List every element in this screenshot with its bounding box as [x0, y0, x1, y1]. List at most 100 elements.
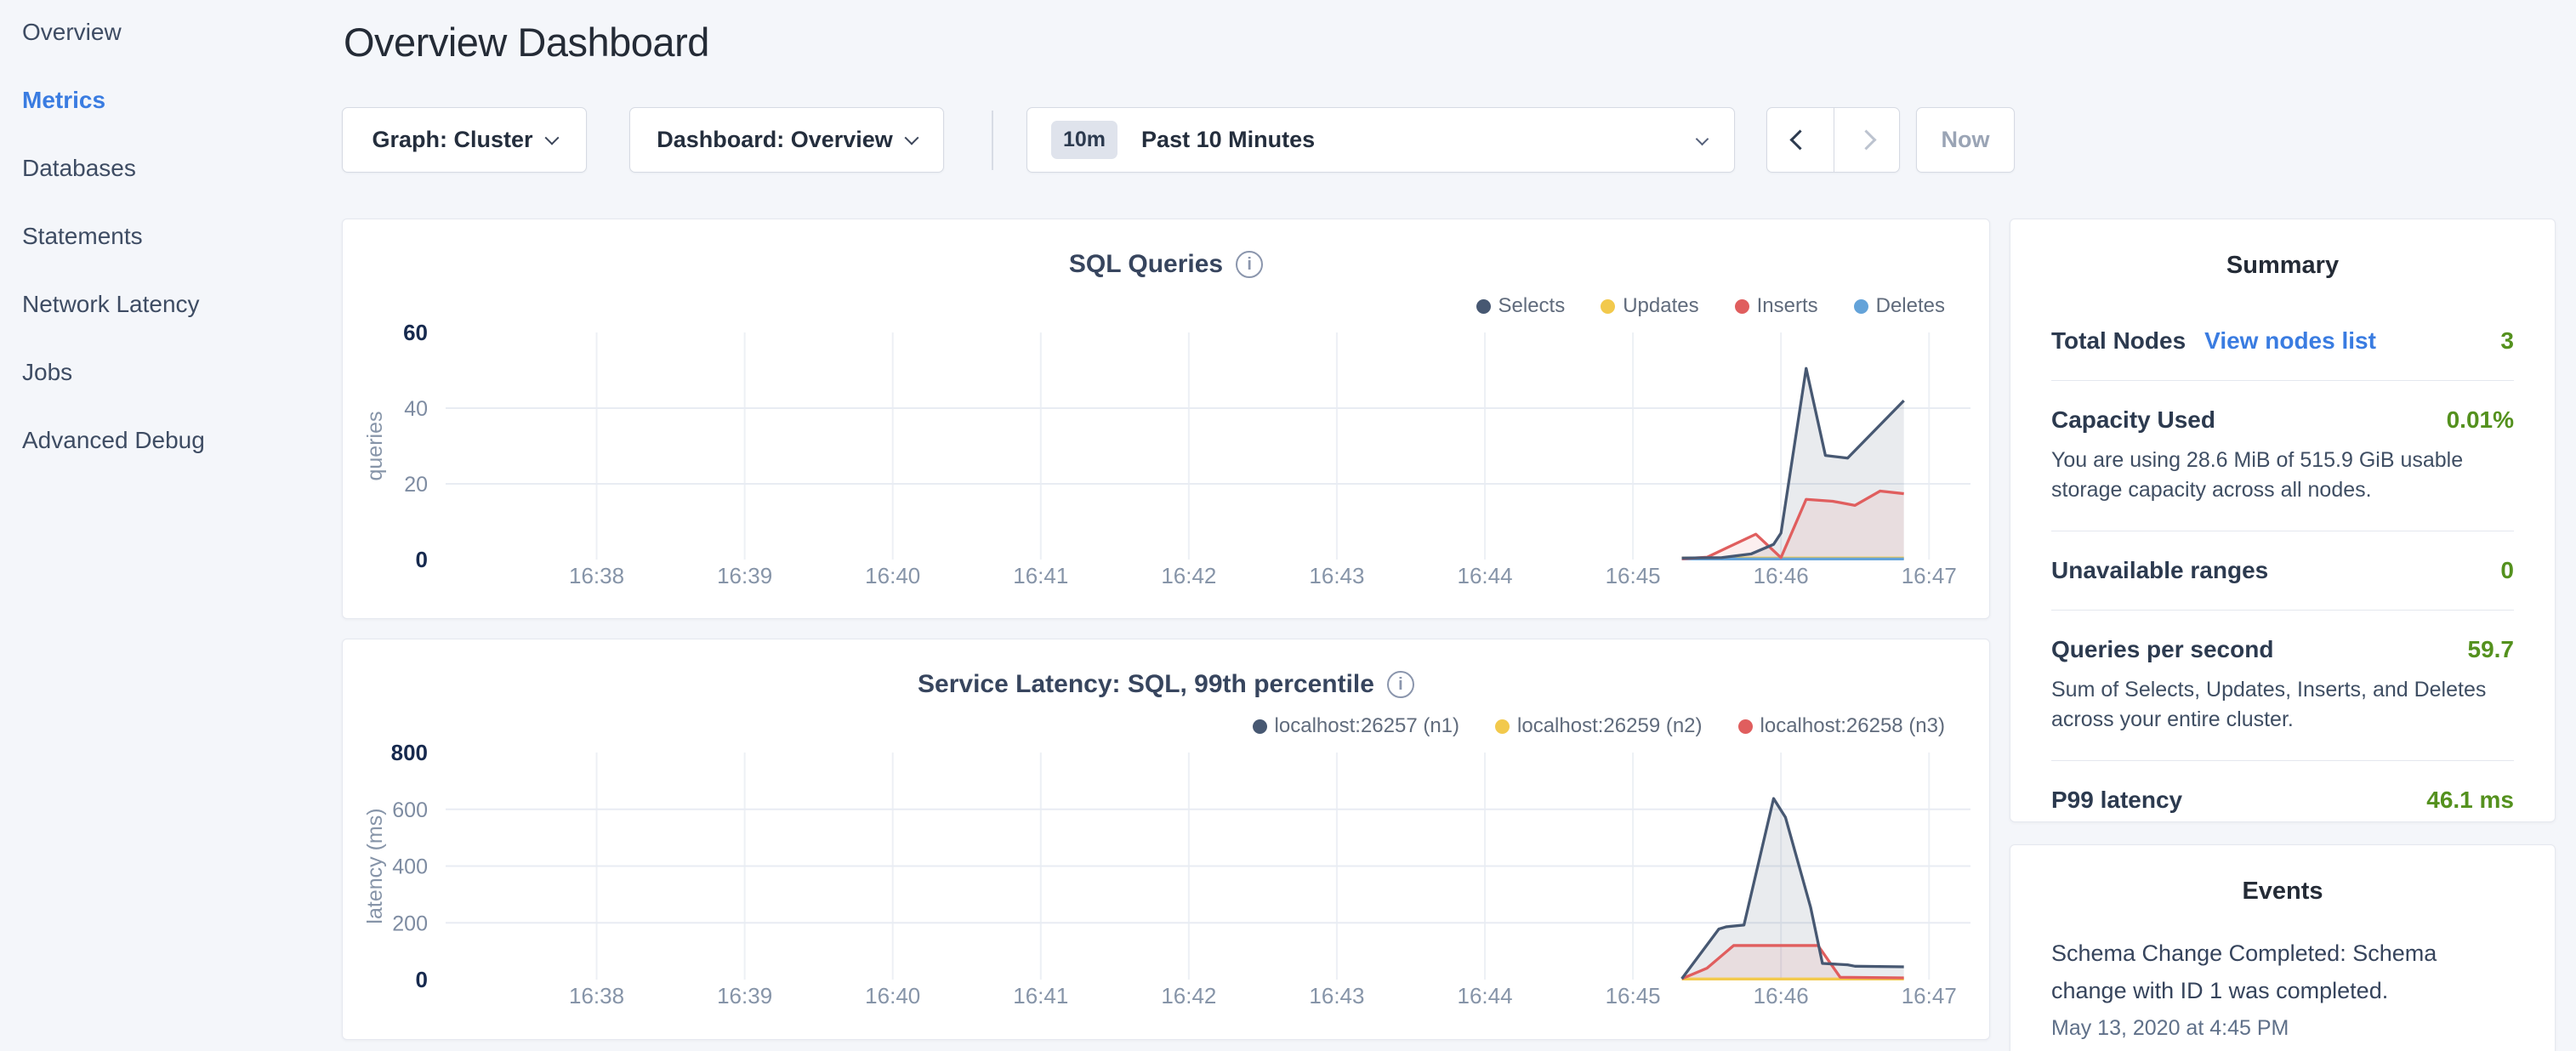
- time-range-selector[interactable]: 10m Past 10 Minutes: [1026, 107, 1735, 173]
- summary-row-label: Queries per second: [2051, 636, 2273, 663]
- page-title: Overview Dashboard: [344, 19, 709, 65]
- svg-text:16:41: 16:41: [1013, 983, 1068, 1008]
- svg-text:latency (ms): latency (ms): [363, 808, 387, 923]
- now-button[interactable]: Now: [1916, 107, 2015, 173]
- sidebar-item-network-latency[interactable]: Network Latency: [22, 270, 328, 338]
- dashboard-dropdown-label: Dashboard: Overview: [657, 127, 893, 153]
- legend-dot-icon: [1854, 299, 1868, 314]
- svg-text:16:38: 16:38: [569, 983, 624, 1008]
- legend-item: Deletes: [1854, 294, 1945, 318]
- legend-dot-icon: [1738, 719, 1753, 734]
- chevron-right-icon: [1857, 129, 1877, 150]
- summary-row-value: 0: [2500, 557, 2514, 584]
- service-latency-chart-card: Service Latency: SQL, 99th percentile i …: [342, 639, 1990, 1040]
- now-button-label: Now: [1942, 127, 1990, 153]
- legend-label: localhost:26258 (n3): [1760, 714, 1945, 738]
- svg-text:16:38: 16:38: [569, 563, 624, 588]
- graph-dropdown-label: Graph: Cluster: [372, 127, 532, 153]
- legend-label: localhost:26259 (n2): [1517, 714, 1702, 738]
- legend-dot-icon: [1735, 299, 1749, 314]
- summary-row-label: Total Nodes: [2051, 327, 2186, 355]
- legend-label: Inserts: [1757, 294, 1818, 318]
- svg-text:600: 600: [392, 798, 428, 822]
- legend-dot-icon: [1495, 719, 1510, 734]
- sidebar-item-statements[interactable]: Statements: [22, 202, 328, 270]
- time-next-button[interactable]: [1834, 108, 1900, 172]
- chevron-left-icon: [1790, 129, 1811, 150]
- summary-row-label: P99 latency: [2051, 787, 2182, 814]
- event-text: Schema Change Completed: Schema change w…: [2051, 935, 2514, 1009]
- legend-label: Selects: [1498, 294, 1566, 318]
- sidebar-item-advanced-debug[interactable]: Advanced Debug: [22, 406, 328, 474]
- summary-row-description: Sum of Selects, Updates, Inserts, and De…: [2051, 675, 2514, 735]
- svg-text:16:41: 16:41: [1013, 563, 1068, 588]
- dashboard-dropdown[interactable]: Dashboard: Overview: [629, 107, 944, 173]
- event-timestamp: May 13, 2020 at 4:45 PM: [2051, 1016, 2514, 1041]
- sidebar-item-databases[interactable]: Databases: [22, 134, 328, 202]
- svg-text:60: 60: [403, 320, 428, 345]
- sidebar-item-metrics[interactable]: Metrics: [22, 66, 328, 134]
- svg-text:16:42: 16:42: [1161, 563, 1216, 588]
- summary-row-value: 59.7: [2468, 636, 2515, 663]
- chart-legend: SelectsUpdatesInsertsDeletes: [1476, 294, 1946, 318]
- svg-text:16:45: 16:45: [1606, 563, 1661, 588]
- events-list: Schema Change Completed: Schema change w…: [2051, 935, 2514, 1041]
- summary-row: Queries per second 59.7 Sum of Selects, Up…: [2051, 610, 2514, 760]
- svg-text:40: 40: [404, 397, 428, 421]
- summary-row: Capacity Used0.01%You are using 28.6 MiB…: [2051, 380, 2514, 531]
- svg-text:16:39: 16:39: [717, 983, 772, 1008]
- svg-text:20: 20: [404, 473, 428, 497]
- event-item[interactable]: Schema Change Completed: Schema change w…: [2051, 935, 2514, 1041]
- time-range-label: Past 10 Minutes: [1141, 127, 1315, 153]
- svg-text:800: 800: [391, 740, 428, 765]
- svg-text:16:40: 16:40: [865, 983, 920, 1008]
- summary-panel: Summary Total NodesView nodes list3Capac…: [2010, 219, 2556, 822]
- svg-text:16:47: 16:47: [1902, 563, 1957, 588]
- sidebar-nav: OverviewMetricsDatabasesStatementsNetwor…: [22, 0, 328, 474]
- time-range-badge: 10m: [1051, 121, 1117, 159]
- summary-row-value: 46.1 ms: [2426, 787, 2514, 814]
- chart-legend: localhost:26257 (n1) localhost:26259 (n2)…: [1253, 714, 1945, 738]
- svg-text:16:46: 16:46: [1754, 983, 1809, 1008]
- summary-row-value: 0.01%: [2447, 406, 2514, 434]
- view-nodes-list-link[interactable]: View nodes list: [2204, 327, 2376, 355]
- toolbar-divider: [992, 111, 993, 170]
- svg-text:16:43: 16:43: [1309, 563, 1364, 588]
- legend-item: Selects: [1476, 294, 1566, 318]
- legend-dot-icon: [1476, 299, 1491, 314]
- info-icon[interactable]: i: [1236, 251, 1263, 278]
- svg-text:0: 0: [416, 967, 428, 992]
- legend-item: localhost:26257 (n1): [1253, 714, 1459, 738]
- legend-item: localhost:26259 (n2): [1495, 714, 1702, 738]
- graph-dropdown[interactable]: Graph: Cluster: [342, 107, 587, 173]
- sidebar-item-jobs[interactable]: Jobs: [22, 338, 328, 406]
- summary-rows: Total NodesView nodes list3Capacity Used…: [2051, 302, 2514, 822]
- db-console-app: OverviewMetricsDatabasesStatementsNetwor…: [0, 0, 2576, 1051]
- summary-row: P99 latency 46.1 ms: [2051, 760, 2514, 822]
- sidebar-item-overview[interactable]: Overview: [22, 0, 328, 66]
- legend-dot-icon: [1253, 719, 1267, 734]
- chart-title: SQL Queries: [1069, 250, 1223, 279]
- svg-text:16:39: 16:39: [717, 563, 772, 588]
- summary-row-description: You are using 28.6 MiB of 515.9 GiB usab…: [2051, 446, 2514, 505]
- legend-label: localhost:26257 (n1): [1275, 714, 1459, 738]
- summary-row-label: Unavailable ranges: [2051, 557, 2268, 584]
- events-panel: Events Schema Change Completed: Schema c…: [2010, 844, 2556, 1051]
- svg-text:16:44: 16:44: [1457, 983, 1512, 1008]
- chevron-down-icon: [1696, 133, 1709, 146]
- time-prev-button[interactable]: [1767, 108, 1834, 172]
- chart-title: Service Latency: SQL, 99th percentile: [918, 670, 1374, 699]
- svg-text:16:47: 16:47: [1902, 983, 1957, 1008]
- svg-text:0: 0: [416, 547, 428, 572]
- summary-row: Total NodesView nodes list3: [2051, 302, 2514, 380]
- svg-text:16:45: 16:45: [1606, 983, 1661, 1008]
- legend-item: localhost:26258 (n3): [1738, 714, 1945, 738]
- info-icon[interactable]: i: [1387, 671, 1414, 698]
- summary-row: Unavailable ranges 0: [2051, 531, 2514, 610]
- summary-title: Summary: [2051, 219, 2514, 280]
- svg-text:16:46: 16:46: [1754, 563, 1809, 588]
- legend-dot-icon: [1601, 299, 1615, 314]
- svg-text:16:40: 16:40: [865, 563, 920, 588]
- svg-text:200: 200: [392, 912, 428, 935]
- svg-text:16:43: 16:43: [1309, 983, 1364, 1008]
